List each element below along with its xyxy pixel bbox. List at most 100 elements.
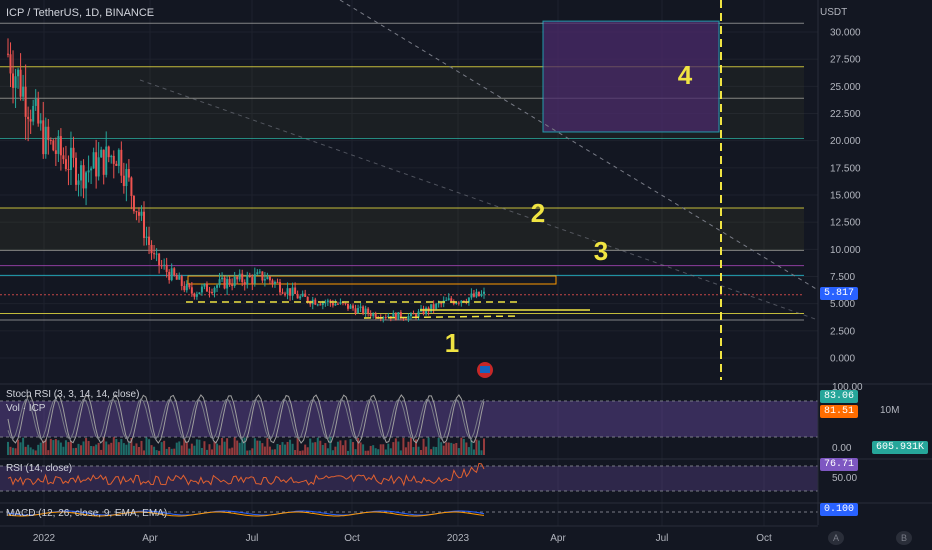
candle-body [117, 149, 120, 166]
volume-bar [87, 440, 90, 455]
candle-body [480, 293, 483, 297]
candle-body [394, 312, 397, 320]
volume-bar [306, 447, 309, 455]
candle-body [163, 264, 166, 266]
price-tick-label: 27.500 [830, 55, 861, 66]
price-tick-label: 25.000 [830, 82, 861, 93]
volume-bar [145, 437, 148, 455]
candle-body [34, 98, 37, 106]
rsi-label: RSI (14, close) [6, 463, 73, 474]
rsi-tag: 76.71 [820, 458, 859, 471]
volume-bar [190, 443, 193, 455]
symbol-header: ICP / TetherUS, 1D, BINANCE [6, 7, 155, 19]
candle-body [7, 53, 9, 55]
volume-bar [62, 446, 65, 455]
candle-body [155, 253, 158, 255]
volume-bar [399, 450, 402, 455]
volume-bar [268, 446, 271, 455]
volume-bar [14, 448, 17, 455]
volume-bar [389, 448, 392, 455]
candle-body [372, 313, 375, 317]
volume-bar [243, 437, 246, 455]
volume-bar [100, 449, 103, 455]
candle-body [75, 157, 77, 185]
candle-body [190, 287, 193, 294]
volume-bar [457, 448, 460, 455]
volume-bar [213, 441, 216, 455]
volume-bar [309, 438, 312, 455]
candle-body [107, 146, 110, 158]
candle-body [200, 286, 203, 293]
volume-bar [430, 449, 433, 455]
volume-bar [82, 441, 85, 455]
candle-body [243, 282, 246, 285]
candle-body [105, 146, 108, 175]
candle-body [22, 86, 25, 97]
volume-bar [289, 439, 292, 455]
volume-bar [211, 449, 213, 455]
candle-body [37, 98, 40, 124]
volume-bar [266, 437, 269, 455]
candle-body [29, 119, 32, 122]
candle-body [208, 291, 211, 293]
volume-bar [228, 448, 231, 455]
candle-body [145, 236, 148, 238]
volume-bar [352, 442, 355, 455]
candle-body [445, 300, 448, 302]
price-chart[interactable]: 1 2 3 4 30.000 27.500 25.000 22.500 20.000 17.50… [0, 0, 932, 550]
volume-bar [97, 442, 100, 455]
candle-body [153, 253, 156, 255]
candle-body [384, 317, 387, 319]
price-tick-label: 30.000 [830, 28, 861, 39]
volume-bar [85, 437, 88, 455]
volume-bar [59, 442, 62, 455]
volume-bar [120, 439, 123, 455]
candle-body [447, 298, 450, 301]
candle-body [90, 168, 93, 171]
auto-scale-button[interactable]: A [828, 531, 844, 545]
candle-body [24, 86, 27, 117]
candle-body [321, 302, 324, 306]
candle-body [158, 253, 161, 266]
candle-body [347, 303, 349, 309]
volume-bar [460, 437, 463, 455]
candle-body [82, 165, 85, 189]
candle-body [115, 163, 118, 166]
candle-body [102, 149, 105, 175]
candle-body [440, 303, 443, 305]
candle-body [284, 293, 287, 295]
volume-bar [420, 450, 423, 455]
volume-bar [29, 447, 32, 455]
volume-bar [276, 443, 279, 455]
candle-body [39, 120, 42, 124]
stoch-d-tag: 81.51 [820, 405, 859, 418]
time-tick-label: Oct [344, 533, 360, 544]
candle-body [238, 273, 241, 280]
volume-bar [34, 450, 37, 455]
volume-bar [77, 443, 80, 455]
volume-bar [394, 438, 397, 455]
candle-body [140, 211, 143, 216]
candle-body [241, 273, 244, 283]
candle-body [407, 316, 410, 320]
volume-bar [160, 442, 163, 455]
candle-body [211, 292, 213, 294]
candle-body [483, 291, 485, 294]
volume-bar [437, 437, 440, 455]
volume-bar [226, 438, 229, 455]
volume-bar [173, 448, 176, 455]
volume-bar [39, 442, 42, 455]
log-scale-button[interactable]: B [896, 531, 912, 545]
candle-body [409, 313, 412, 317]
volume-bar [253, 438, 256, 455]
candle-body [336, 303, 339, 305]
currency-label: USDT [820, 7, 848, 18]
volume-bar [452, 443, 455, 455]
volume-bar [47, 450, 50, 455]
stoch-bottom-label: 0.00 [832, 443, 852, 454]
volume-bar [27, 444, 30, 455]
volume-bar [52, 440, 55, 455]
candle-body [251, 277, 254, 284]
price-tick-label: 0.000 [830, 354, 855, 365]
candle-body [120, 149, 123, 176]
